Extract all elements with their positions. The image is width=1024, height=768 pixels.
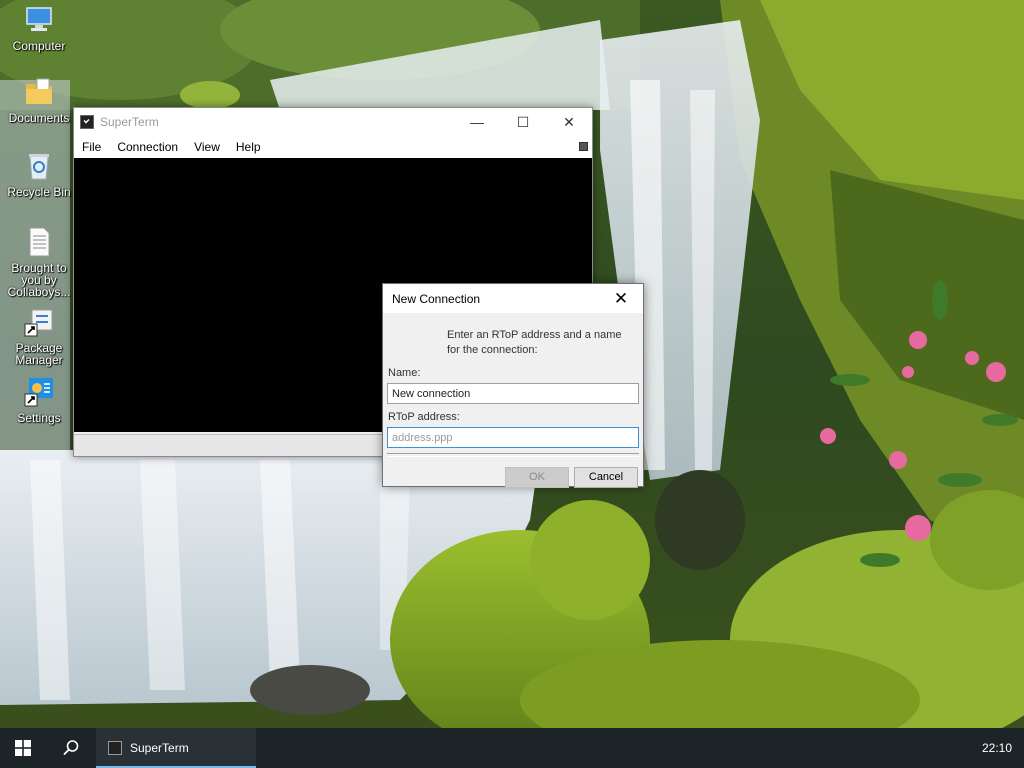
close-icon: ✕: [563, 113, 575, 130]
desktop-icon-label: Documents: [8, 111, 70, 125]
desktop-icon-computer[interactable]: Computer: [4, 4, 74, 52]
recycle-bin-icon: [23, 150, 55, 182]
desktop-icon-text-file[interactable]: Brought to you by Collaboys...: [4, 226, 74, 298]
minimize-button[interactable]: —: [454, 108, 500, 136]
package-manager-icon: [23, 306, 55, 338]
search-icon: [63, 740, 79, 756]
dialog-titlebar[interactable]: New Connection ✕: [383, 284, 643, 313]
taskbar-item-superterm[interactable]: SuperTerm: [96, 728, 256, 768]
desktop-icon-label: Brought to you by Collaboys...: [7, 261, 71, 299]
superterm-titlebar[interactable]: SuperTerm — ☐ ✕: [74, 108, 592, 136]
taskbar-item-label: SuperTerm: [130, 741, 189, 755]
menu-help[interactable]: Help: [228, 136, 269, 158]
maximize-button[interactable]: ☐: [500, 108, 546, 136]
taskbar: SuperTerm 22:10: [0, 728, 1024, 768]
desktop-icon-documents[interactable]: Documents: [4, 76, 74, 124]
dialog-close-button[interactable]: ✕: [599, 284, 643, 313]
text-file-icon: [23, 226, 55, 258]
desktop-icon-label: Settings: [17, 411, 61, 425]
start-button[interactable]: [0, 728, 46, 768]
desktop-icon-settings[interactable]: Settings: [4, 376, 74, 424]
desktop-icon-label: Computer: [12, 39, 66, 53]
settings-icon: [23, 376, 55, 408]
system-clock[interactable]: 22:10: [982, 741, 1012, 755]
ok-button[interactable]: OK: [505, 467, 569, 488]
menu-file[interactable]: File: [74, 136, 109, 158]
desktop-icon-recycle-bin[interactable]: Recycle Bin: [4, 150, 74, 198]
terminal-app-icon: [108, 741, 122, 755]
close-icon: ✕: [613, 288, 629, 308]
address-input[interactable]: [387, 427, 639, 448]
name-label: Name:: [388, 367, 421, 379]
desktop-icon-label: Package Manager: [15, 341, 63, 367]
dialog-title: New Connection: [392, 292, 481, 306]
dialog-separator: [387, 453, 639, 457]
desktop-icon-label: Recycle Bin: [7, 185, 71, 199]
documents-folder-icon: [23, 76, 55, 108]
window-title: SuperTerm: [100, 115, 159, 129]
new-connection-dialog[interactable]: New Connection ✕ Enter an RToP address a…: [382, 283, 644, 488]
menu-view[interactable]: View: [186, 136, 228, 158]
windows-logo-icon: [15, 740, 31, 756]
computer-icon: [23, 4, 55, 36]
menu-restore-icon[interactable]: [579, 142, 588, 151]
terminal-app-icon: [80, 115, 94, 129]
dialog-instructions: Enter an RToP address and a name for the…: [447, 329, 622, 356]
cancel-button[interactable]: Cancel: [574, 467, 638, 488]
close-button[interactable]: ✕: [546, 108, 592, 136]
minimize-icon: —: [470, 114, 484, 130]
menu-bar: File Connection View Help: [74, 136, 592, 159]
name-input[interactable]: [387, 383, 639, 404]
desktop-icon-package-manager[interactable]: Package Manager: [4, 306, 74, 366]
maximize-icon: ☐: [516, 113, 530, 130]
search-button[interactable]: [48, 728, 94, 768]
menu-connection[interactable]: Connection: [109, 136, 186, 158]
address-label: RToP address:: [388, 411, 460, 423]
